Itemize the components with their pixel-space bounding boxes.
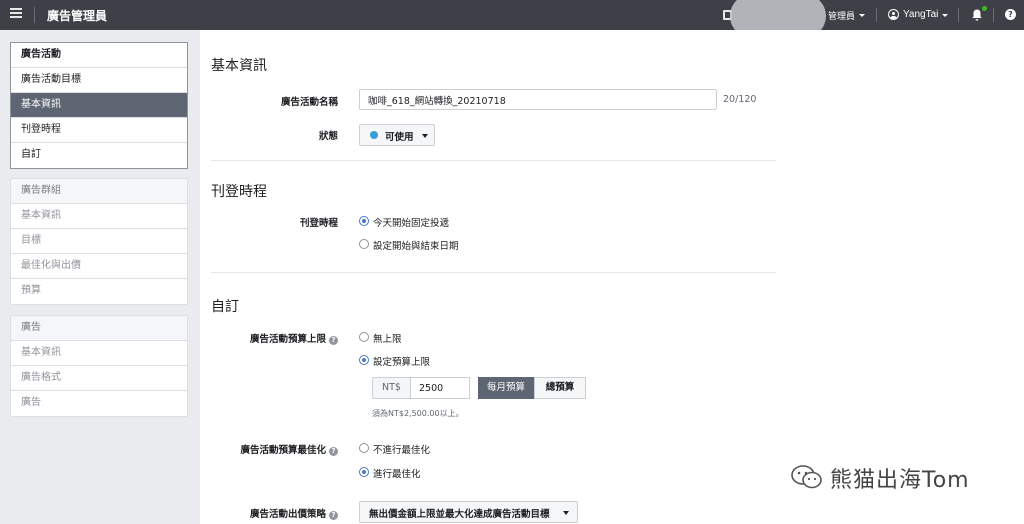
watermark-text: 熊猫出海Tom — [830, 468, 970, 493]
app-title: 廣告管理員 — [47, 9, 108, 23]
bid-strategy-value: 無出價金額上限並最大化達成廣告活動目標 — [369, 509, 550, 520]
nav-item-campaign-schedule[interactable]: 刊登時程 — [11, 118, 187, 143]
wechat-icon — [791, 465, 822, 489]
schedule-label: 刊登時程 — [299, 218, 338, 229]
section-title-schedule: 刊登時程 — [211, 184, 267, 200]
char-count: 20/120 — [723, 94, 757, 105]
divider — [958, 8, 959, 22]
radio-label: 今天開始固定投遞 — [373, 218, 450, 229]
main-panel: 基本資訊 廣告活動名稱 20/120 狀態 可使用 刊登時程 刊登時程 今天開始… — [200, 30, 1024, 524]
nav-item-ad-creative[interactable]: 廣告 — [11, 391, 187, 416]
radio-label: 進行最佳化 — [373, 469, 421, 480]
chevron-down-icon — [422, 134, 428, 138]
nav-item-ad-format[interactable]: 廣告格式 — [11, 366, 187, 391]
nav-head-adset[interactable]: 廣告群組 — [11, 179, 187, 204]
radio-unchecked[interactable] — [359, 239, 369, 249]
status-dropdown[interactable]: 可使用 — [359, 124, 435, 146]
radio-checked[interactable] — [359, 355, 369, 365]
currency-prefix: NT$ — [372, 377, 410, 399]
status-value: 可使用 — [385, 132, 414, 143]
monthly-budget-button[interactable]: 每月預算 — [478, 377, 534, 399]
campaign-name-label: 廣告活動名稱 — [280, 97, 338, 108]
divider — [876, 8, 877, 22]
campaign-nav-group: 廣告活動 廣告活動目標 基本資訊 刊登時程 自訂 — [10, 42, 188, 169]
bell-icon[interactable] — [971, 8, 983, 22]
budget-cap-label: 廣告活動預算上限 — [249, 334, 326, 345]
menu-icon[interactable] — [10, 8, 22, 20]
optimization-label-wrap: 廣告活動預算最佳化? — [200, 442, 338, 456]
divider — [993, 8, 994, 22]
section-divider — [211, 160, 776, 161]
section-title-basic-info: 基本資訊 — [211, 58, 267, 74]
radio-checked[interactable] — [359, 216, 369, 226]
question-icon[interactable]: ? — [329, 511, 338, 520]
nav-head-ad[interactable]: 廣告 — [11, 316, 187, 341]
ad-nav-group: 廣告 基本資訊 廣告格式 廣告 — [10, 315, 188, 417]
help-icon[interactable]: ? — [1005, 9, 1016, 20]
question-icon[interactable]: ? — [329, 336, 338, 345]
total-budget-button[interactable]: 總預算 — [534, 377, 586, 399]
chevron-down-icon — [563, 511, 569, 515]
radio-checked[interactable] — [359, 467, 369, 477]
nav-item-campaign-objective[interactable]: 廣告活動目標 — [11, 68, 187, 93]
chevron-down-icon — [859, 14, 865, 17]
budget-amount-input[interactable] — [410, 377, 470, 399]
status-dot-icon — [370, 131, 378, 139]
nav-item-campaign-custom[interactable]: 自訂 — [11, 143, 187, 168]
bid-strategy-label: 廣告活動出價策略 — [249, 509, 326, 520]
nav-head-campaign[interactable]: 廣告活動 — [11, 43, 187, 68]
nav-item-ad-basic-info[interactable]: 基本資訊 — [11, 341, 187, 366]
budget-hint: 須為NT$2,500.00以上。 — [372, 409, 464, 418]
top-bar: 廣告管理員 管理員 YangTai ? — [0, 0, 1024, 38]
bid-strategy-label-wrap: 廣告活動出價策略? — [200, 506, 338, 520]
radio-unchecked[interactable] — [359, 332, 369, 342]
bid-strategy-dropdown[interactable]: 無出價金額上限並最大化達成廣告活動目標 — [359, 501, 578, 523]
nav-item-adset-optimization[interactable]: 最佳化與出價 — [11, 254, 187, 279]
sidebar: 廣告活動 廣告活動目標 基本資訊 刊登時程 自訂 廣告群組 基本資訊 目標 最佳… — [0, 30, 200, 524]
radio-unchecked[interactable] — [359, 443, 369, 453]
role-menu[interactable]: 管理員 — [828, 9, 855, 22]
nav-item-campaign-basic-info[interactable]: 基本資訊 — [11, 93, 187, 118]
status-label: 狀態 — [318, 131, 338, 142]
chevron-down-icon — [942, 14, 948, 17]
budget-cap-label-wrap: 廣告活動預算上限? — [200, 331, 338, 345]
section-divider — [211, 272, 776, 273]
section-title-custom: 自訂 — [211, 299, 239, 315]
radio-label: 設定開始與結束日期 — [373, 241, 459, 252]
adset-nav-group: 廣告群組 基本資訊 目標 最佳化與出價 預算 — [10, 178, 188, 305]
nav-item-adset-targeting[interactable]: 目標 — [11, 229, 187, 254]
nav-item-adset-basic-info[interactable]: 基本資訊 — [11, 204, 187, 229]
notification-dot — [982, 6, 987, 11]
radio-label: 不進行最佳化 — [373, 445, 431, 456]
radio-label: 設定預算上限 — [373, 357, 431, 368]
user-icon — [888, 9, 899, 20]
campaign-name-input[interactable] — [359, 89, 717, 110]
question-icon[interactable]: ? — [329, 447, 338, 456]
nav-item-adset-budget[interactable]: 預算 — [11, 279, 187, 304]
user-menu[interactable]: YangTai — [903, 9, 938, 20]
divider — [34, 7, 35, 23]
radio-label: 無上限 — [373, 334, 402, 345]
optimization-label: 廣告活動預算最佳化 — [240, 445, 326, 456]
